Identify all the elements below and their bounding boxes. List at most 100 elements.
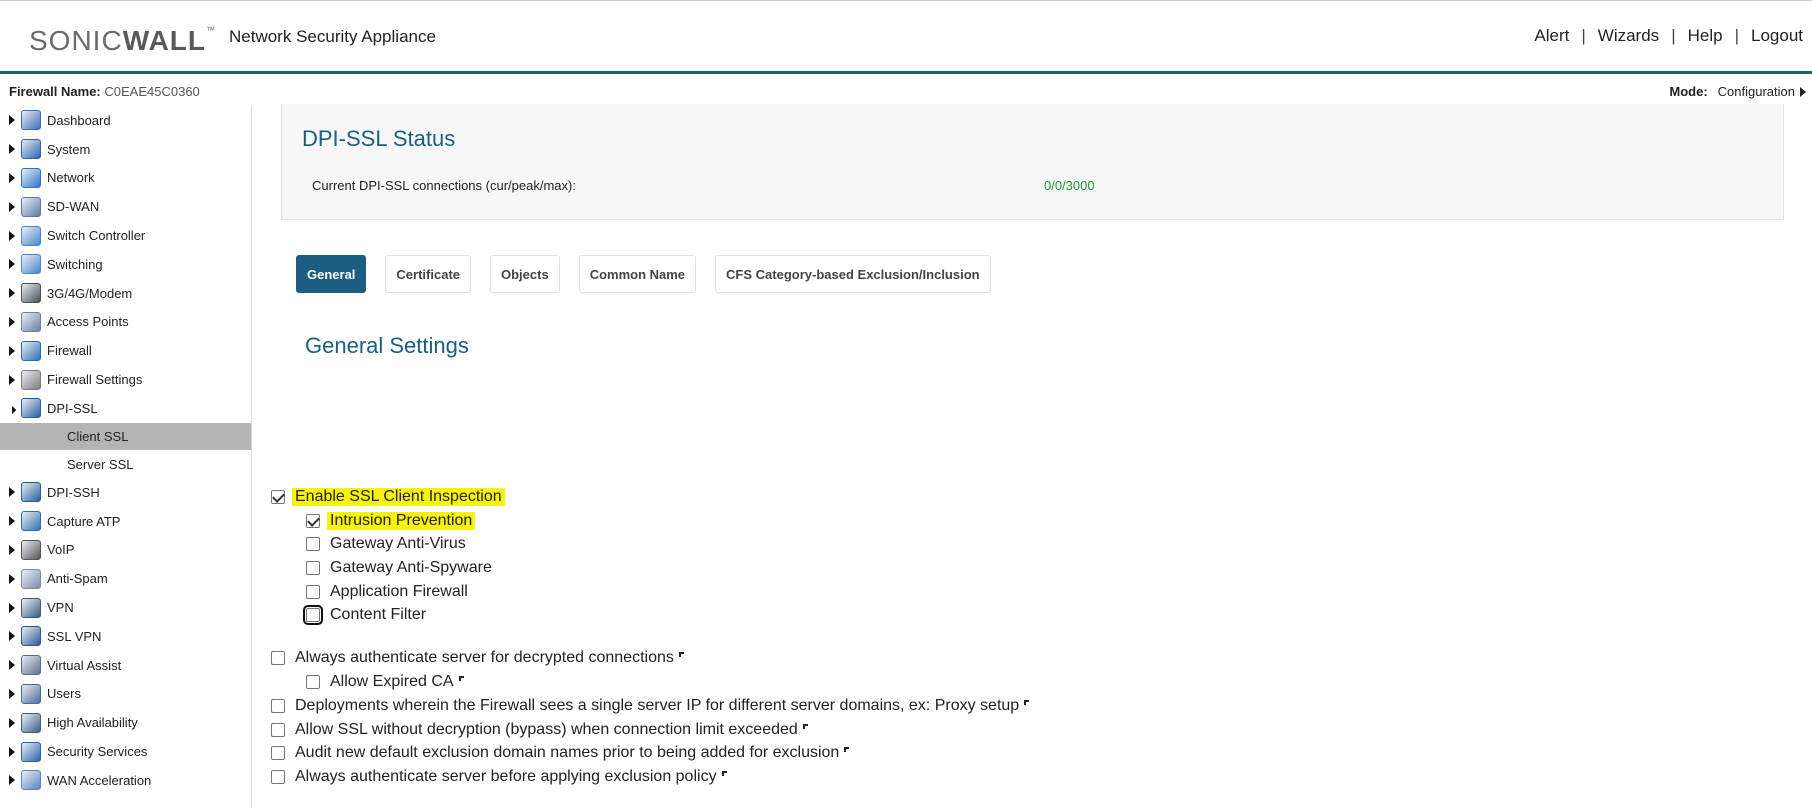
sidebar-item-anti-spam[interactable]: Anti-Spam	[0, 564, 251, 593]
sidebar-nav: Dashboard System Network SD-WAN Switch Contr…	[0, 106, 252, 808]
sidebar-item-label: Dashboard	[47, 112, 111, 128]
sidebar-item-sd-wan[interactable]: SD-WAN	[0, 192, 251, 221]
sidebar-item-access-points[interactable]: Access Points	[0, 308, 251, 337]
tooltip-tick-icon[interactable]	[1024, 699, 1030, 705]
tooltip-tick-icon[interactable]	[802, 723, 808, 729]
collapsed-arrow-icon[interactable]	[9, 144, 15, 155]
sidebar-item-label: Network	[47, 170, 95, 186]
wizards-link[interactable]: Wizards	[1598, 26, 1659, 46]
sidebar-item-label: Switching	[47, 256, 103, 272]
allow-ssl-without-decryption-bypass-when-connection-limit-exceeded-checkbox[interactable]	[271, 723, 285, 737]
sidebar-item-firewall-settings[interactable]: Firewall Settings	[0, 365, 251, 394]
sidebar-item-system[interactable]: System	[0, 135, 251, 164]
sidebar-subitem-client-ssl[interactable]: Client SSL	[0, 422, 251, 451]
shield-icon	[21, 741, 41, 762]
tooltip-tick-icon[interactable]	[678, 651, 684, 657]
link-separator: |	[1734, 26, 1739, 45]
sidebar-item-switching[interactable]: Switching	[0, 250, 251, 279]
tab-common-name[interactable]: Common Name	[578, 255, 697, 293]
tab-objects[interactable]: Objects	[490, 255, 560, 293]
sidebar-item-high-availability[interactable]: High Availability	[0, 708, 251, 737]
mode-indicator[interactable]: Mode: Configuration	[1669, 84, 1806, 99]
app-name: Network Security Appliance	[229, 27, 436, 46]
enable-ssl-client-inspection-checkbox[interactable]	[271, 490, 285, 504]
sidebar-item-label: WAN Acceleration	[47, 772, 152, 788]
collapsed-arrow-icon[interactable]	[9, 259, 15, 270]
collapsed-arrow-icon[interactable]	[9, 516, 15, 527]
globe-icon	[21, 167, 41, 188]
sidebar-item-ssl-vpn[interactable]: SSL VPN	[0, 622, 251, 651]
deployments-wherein-the-firewall-sees-a-single-server-ip-for-different-server-domains-ex-proxy-setup-checkbox[interactable]	[271, 699, 285, 713]
terminal-icon	[21, 482, 41, 503]
sidebar-item-label: Firewall	[47, 343, 92, 359]
tab-general[interactable]: General	[296, 255, 367, 293]
gateway-anti-spyware-checkbox[interactable]	[306, 561, 320, 575]
sidebar-item-voip[interactable]: VoIP	[0, 536, 251, 565]
sidebar-subitem-server-ssl[interactable]: Server SSL	[0, 450, 251, 478]
collapsed-arrow-icon[interactable]	[9, 573, 15, 584]
dashboard-icon	[21, 110, 41, 131]
option-label: Gateway Anti-Virus	[330, 535, 466, 552]
collapsed-arrow-icon[interactable]	[9, 602, 15, 613]
intrusion-prevention-checkbox[interactable]	[306, 514, 320, 528]
collapsed-arrow-icon[interactable]	[9, 746, 15, 757]
expanded-arrow-icon[interactable]	[7, 405, 17, 415]
sidebar-item-dpi-ssl[interactable]: DPI-SSL	[0, 394, 251, 423]
sidebar-item-vpn[interactable]: VPN	[0, 593, 251, 622]
allow-expired-ca-checkbox[interactable]	[306, 675, 320, 689]
always-authenticate-server-before-applying-exclusion-policy-checkbox[interactable]	[271, 770, 285, 784]
collapsed-arrow-icon[interactable]	[9, 717, 15, 728]
sidebar-item-label: DPI-SSL	[47, 400, 98, 416]
sidebar-item-dpi-ssh[interactable]: DPI-SSH	[0, 478, 251, 507]
option-label: Content Filter	[330, 606, 427, 623]
sidebar-item-wan-acceleration[interactable]: WAN Acceleration	[0, 766, 251, 795]
sidebar-item-security-services[interactable]: Security Services	[0, 737, 251, 766]
collapsed-arrow-icon[interactable]	[9, 288, 15, 299]
collapsed-arrow-icon[interactable]	[9, 172, 15, 183]
always-authenticate-server-for-decrypted-connections-checkbox[interactable]	[271, 651, 285, 665]
logout-link[interactable]: Logout	[1751, 26, 1803, 46]
collapsed-arrow-icon[interactable]	[9, 374, 15, 385]
sidebar-item-capture-atp[interactable]: Capture ATP	[0, 507, 251, 536]
tooltip-tick-icon[interactable]	[721, 770, 727, 776]
sidebar-item-network[interactable]: Network	[0, 164, 251, 193]
tooltip-tick-icon[interactable]	[844, 746, 850, 752]
sidebar-item-3g-4g-modem[interactable]: 3G/4G/Modem	[0, 279, 251, 308]
audit-new-default-exclusion-domain-names-prior-to-being-added-for-exclusion-checkbox[interactable]	[271, 746, 285, 760]
sidebar-item-switch-controller[interactable]: Switch Controller	[0, 221, 251, 250]
tooltip-tick-icon[interactable]	[458, 675, 464, 681]
sidebar-item-dashboard[interactable]: Dashboard	[0, 106, 251, 135]
modem-icon	[21, 283, 41, 304]
switching-icon	[21, 254, 41, 275]
collapsed-arrow-icon[interactable]	[9, 201, 15, 212]
sidebar-item-users[interactable]: Users	[0, 680, 251, 709]
collapsed-arrow-icon[interactable]	[9, 775, 15, 786]
gateway-anti-virus-checkbox[interactable]	[306, 537, 320, 551]
alert-link[interactable]: Alert	[1534, 26, 1569, 46]
users-icon	[21, 683, 41, 704]
option-label: Always authenticate server for decrypted…	[295, 649, 674, 666]
collapsed-arrow-icon[interactable]	[9, 660, 15, 671]
content-filter-checkbox[interactable]	[303, 605, 323, 625]
application-firewall-checkbox[interactable]	[306, 585, 320, 599]
tab-cfs-category-based-exclusion-inclusion[interactable]: CFS Category-based Exclusion/Inclusion	[715, 255, 991, 293]
tab-certificate[interactable]: Certificate	[385, 255, 471, 293]
collapsed-arrow-icon[interactable]	[9, 345, 15, 356]
collapsed-arrow-icon[interactable]	[9, 631, 15, 642]
collapsed-arrow-icon[interactable]	[9, 688, 15, 699]
main-content: DPI-SSL Status Current DPI-SSL connectio…	[253, 104, 1812, 808]
switch-icon	[21, 225, 41, 246]
firewall-icon	[21, 340, 41, 361]
help-link[interactable]: Help	[1688, 26, 1723, 46]
collapsed-arrow-icon[interactable]	[9, 487, 15, 498]
collapsed-arrow-icon[interactable]	[9, 316, 15, 327]
collapsed-arrow-icon[interactable]	[9, 544, 15, 555]
sidebar-item-virtual-assist[interactable]: Virtual Assist	[0, 651, 251, 680]
collapsed-arrow-icon[interactable]	[9, 230, 15, 241]
cloud-icon	[21, 196, 41, 217]
sidebar-item-label: VoIP	[47, 542, 75, 558]
option-gateway-anti-spyware: Gateway Anti-Spyware	[306, 557, 492, 579]
collapsed-arrow-icon[interactable]	[9, 115, 15, 126]
link-separator: |	[1671, 26, 1676, 45]
sidebar-item-firewall[interactable]: Firewall	[0, 336, 251, 365]
